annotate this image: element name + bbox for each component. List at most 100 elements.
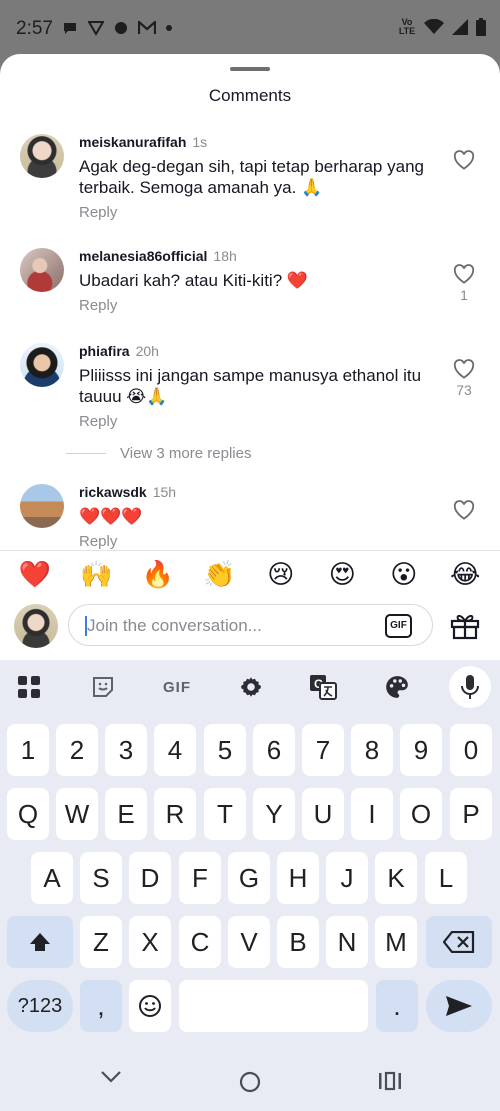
status-bar: 2:57 Vo LTE bbox=[0, 0, 500, 56]
comment-time: 15h bbox=[152, 484, 177, 500]
apps-icon[interactable] bbox=[14, 674, 44, 700]
home-icon[interactable] bbox=[239, 1071, 261, 1093]
smiley-icon bbox=[139, 995, 161, 1017]
emoji-heart-eyes[interactable]: 😍 bbox=[317, 559, 367, 590]
comment-input-box[interactable]: GIF bbox=[68, 604, 433, 646]
comment-input[interactable] bbox=[87, 611, 377, 641]
key-t[interactable]: T bbox=[204, 788, 246, 840]
settings-icon[interactable] bbox=[236, 674, 266, 700]
key-g[interactable]: G bbox=[228, 852, 270, 904]
key-c[interactable]: C bbox=[179, 916, 221, 968]
key-j[interactable]: J bbox=[326, 852, 368, 904]
recents-icon[interactable] bbox=[378, 1071, 402, 1091]
mic-icon[interactable] bbox=[455, 674, 485, 700]
chevron-down-icon[interactable] bbox=[100, 1069, 122, 1085]
key-w[interactable]: W bbox=[56, 788, 98, 840]
key-e[interactable]: E bbox=[105, 788, 147, 840]
emoji-heart[interactable]: ❤️ bbox=[10, 559, 60, 590]
emoji-raised-hands[interactable]: 🙌 bbox=[71, 559, 121, 590]
comma-key[interactable]: , bbox=[80, 980, 122, 1032]
comment-username[interactable]: rickawsdk 15h bbox=[79, 484, 430, 500]
key-y[interactable]: Y bbox=[253, 788, 295, 840]
key-3[interactable]: 3 bbox=[105, 724, 147, 776]
system-nav-bar bbox=[0, 1051, 500, 1111]
gift-icon[interactable] bbox=[450, 612, 480, 640]
emoji-laughing[interactable]: 😂 bbox=[440, 559, 490, 590]
key-1[interactable]: 1 bbox=[7, 724, 49, 776]
send-arrow-icon bbox=[446, 996, 472, 1016]
sticker-icon[interactable] bbox=[88, 674, 118, 700]
emoji-clap[interactable]: 👏 bbox=[194, 559, 244, 590]
key-a[interactable]: A bbox=[31, 852, 73, 904]
key-2[interactable]: 2 bbox=[56, 724, 98, 776]
like-button[interactable] bbox=[450, 150, 478, 173]
view-more-replies-label: View 3 more replies bbox=[120, 445, 252, 462]
avatar[interactable] bbox=[20, 484, 64, 528]
comment-username[interactable]: phiafira 20h bbox=[79, 343, 430, 359]
translate-icon[interactable]: G bbox=[308, 674, 338, 700]
divider-line bbox=[66, 453, 106, 454]
shift-key[interactable] bbox=[7, 916, 73, 968]
emoji-crying[interactable]: 😢 bbox=[256, 559, 306, 590]
key-l[interactable]: L bbox=[425, 852, 467, 904]
reply-button[interactable]: Reply bbox=[79, 413, 430, 430]
key-4[interactable]: 4 bbox=[154, 724, 196, 776]
key-0[interactable]: 0 bbox=[450, 724, 492, 776]
comment-time: 18h bbox=[213, 248, 237, 264]
key-d[interactable]: D bbox=[129, 852, 171, 904]
comment-time: 20h bbox=[135, 343, 159, 359]
reply-button[interactable]: Reply bbox=[79, 204, 430, 221]
key-m[interactable]: M bbox=[375, 916, 417, 968]
space-key[interactable] bbox=[179, 980, 368, 1032]
comment-username[interactable]: melanesia86official 18h bbox=[79, 248, 430, 264]
key-p[interactable]: P bbox=[450, 788, 492, 840]
key-q[interactable]: Q bbox=[7, 788, 49, 840]
key-k[interactable]: K bbox=[375, 852, 417, 904]
send-key[interactable] bbox=[426, 980, 492, 1032]
key-b[interactable]: B bbox=[277, 916, 319, 968]
key-6[interactable]: 6 bbox=[253, 724, 295, 776]
like-button[interactable] bbox=[450, 500, 478, 523]
face-icon bbox=[115, 22, 127, 34]
emoji-fire[interactable]: 🔥 bbox=[133, 559, 183, 590]
gif-icon[interactable]: GIF bbox=[160, 674, 194, 700]
period-key[interactable]: . bbox=[376, 980, 418, 1032]
emoji-key[interactable] bbox=[129, 980, 171, 1032]
palette-icon[interactable] bbox=[382, 674, 412, 700]
reply-button[interactable]: Reply bbox=[79, 297, 430, 314]
backspace-key[interactable] bbox=[426, 916, 492, 968]
avatar[interactable] bbox=[20, 134, 64, 178]
heart-icon bbox=[453, 500, 475, 520]
reply-button[interactable]: Reply bbox=[79, 533, 430, 550]
key-n[interactable]: N bbox=[326, 916, 368, 968]
gif-button[interactable]: GIF bbox=[385, 614, 412, 638]
sheet-drag-handle[interactable] bbox=[230, 67, 270, 71]
emoji-surprised[interactable]: 😮 bbox=[379, 559, 429, 590]
key-z[interactable]: Z bbox=[80, 916, 122, 968]
key-f[interactable]: F bbox=[179, 852, 221, 904]
view-more-replies-button[interactable]: View 3 more replies bbox=[66, 445, 251, 462]
key-s[interactable]: S bbox=[80, 852, 122, 904]
notification-icons bbox=[62, 20, 172, 36]
like-button[interactable]: 73 bbox=[450, 359, 478, 398]
avatar[interactable] bbox=[20, 343, 64, 387]
key-o[interactable]: O bbox=[400, 788, 442, 840]
wifi-icon bbox=[424, 19, 444, 34]
key-u[interactable]: U bbox=[302, 788, 344, 840]
key-9[interactable]: 9 bbox=[400, 724, 442, 776]
key-i[interactable]: I bbox=[351, 788, 393, 840]
key-v[interactable]: V bbox=[228, 916, 270, 968]
key-8[interactable]: 8 bbox=[351, 724, 393, 776]
avatar[interactable] bbox=[20, 248, 64, 292]
like-button[interactable]: 1 bbox=[450, 264, 478, 303]
key-h[interactable]: H bbox=[277, 852, 319, 904]
backspace-icon bbox=[443, 931, 475, 953]
key-x[interactable]: X bbox=[129, 916, 171, 968]
comment-username[interactable]: meiskanurafifah 1s bbox=[79, 134, 430, 150]
soft-keyboard: GIF G 1 2 3 4 5 6 7 8 9 0 Q W E R T Y U … bbox=[0, 660, 500, 1051]
symbols-key[interactable]: ?123 bbox=[7, 980, 73, 1032]
key-7[interactable]: 7 bbox=[302, 724, 344, 776]
key-5[interactable]: 5 bbox=[204, 724, 246, 776]
heart-icon bbox=[453, 359, 475, 379]
key-r[interactable]: R bbox=[154, 788, 196, 840]
